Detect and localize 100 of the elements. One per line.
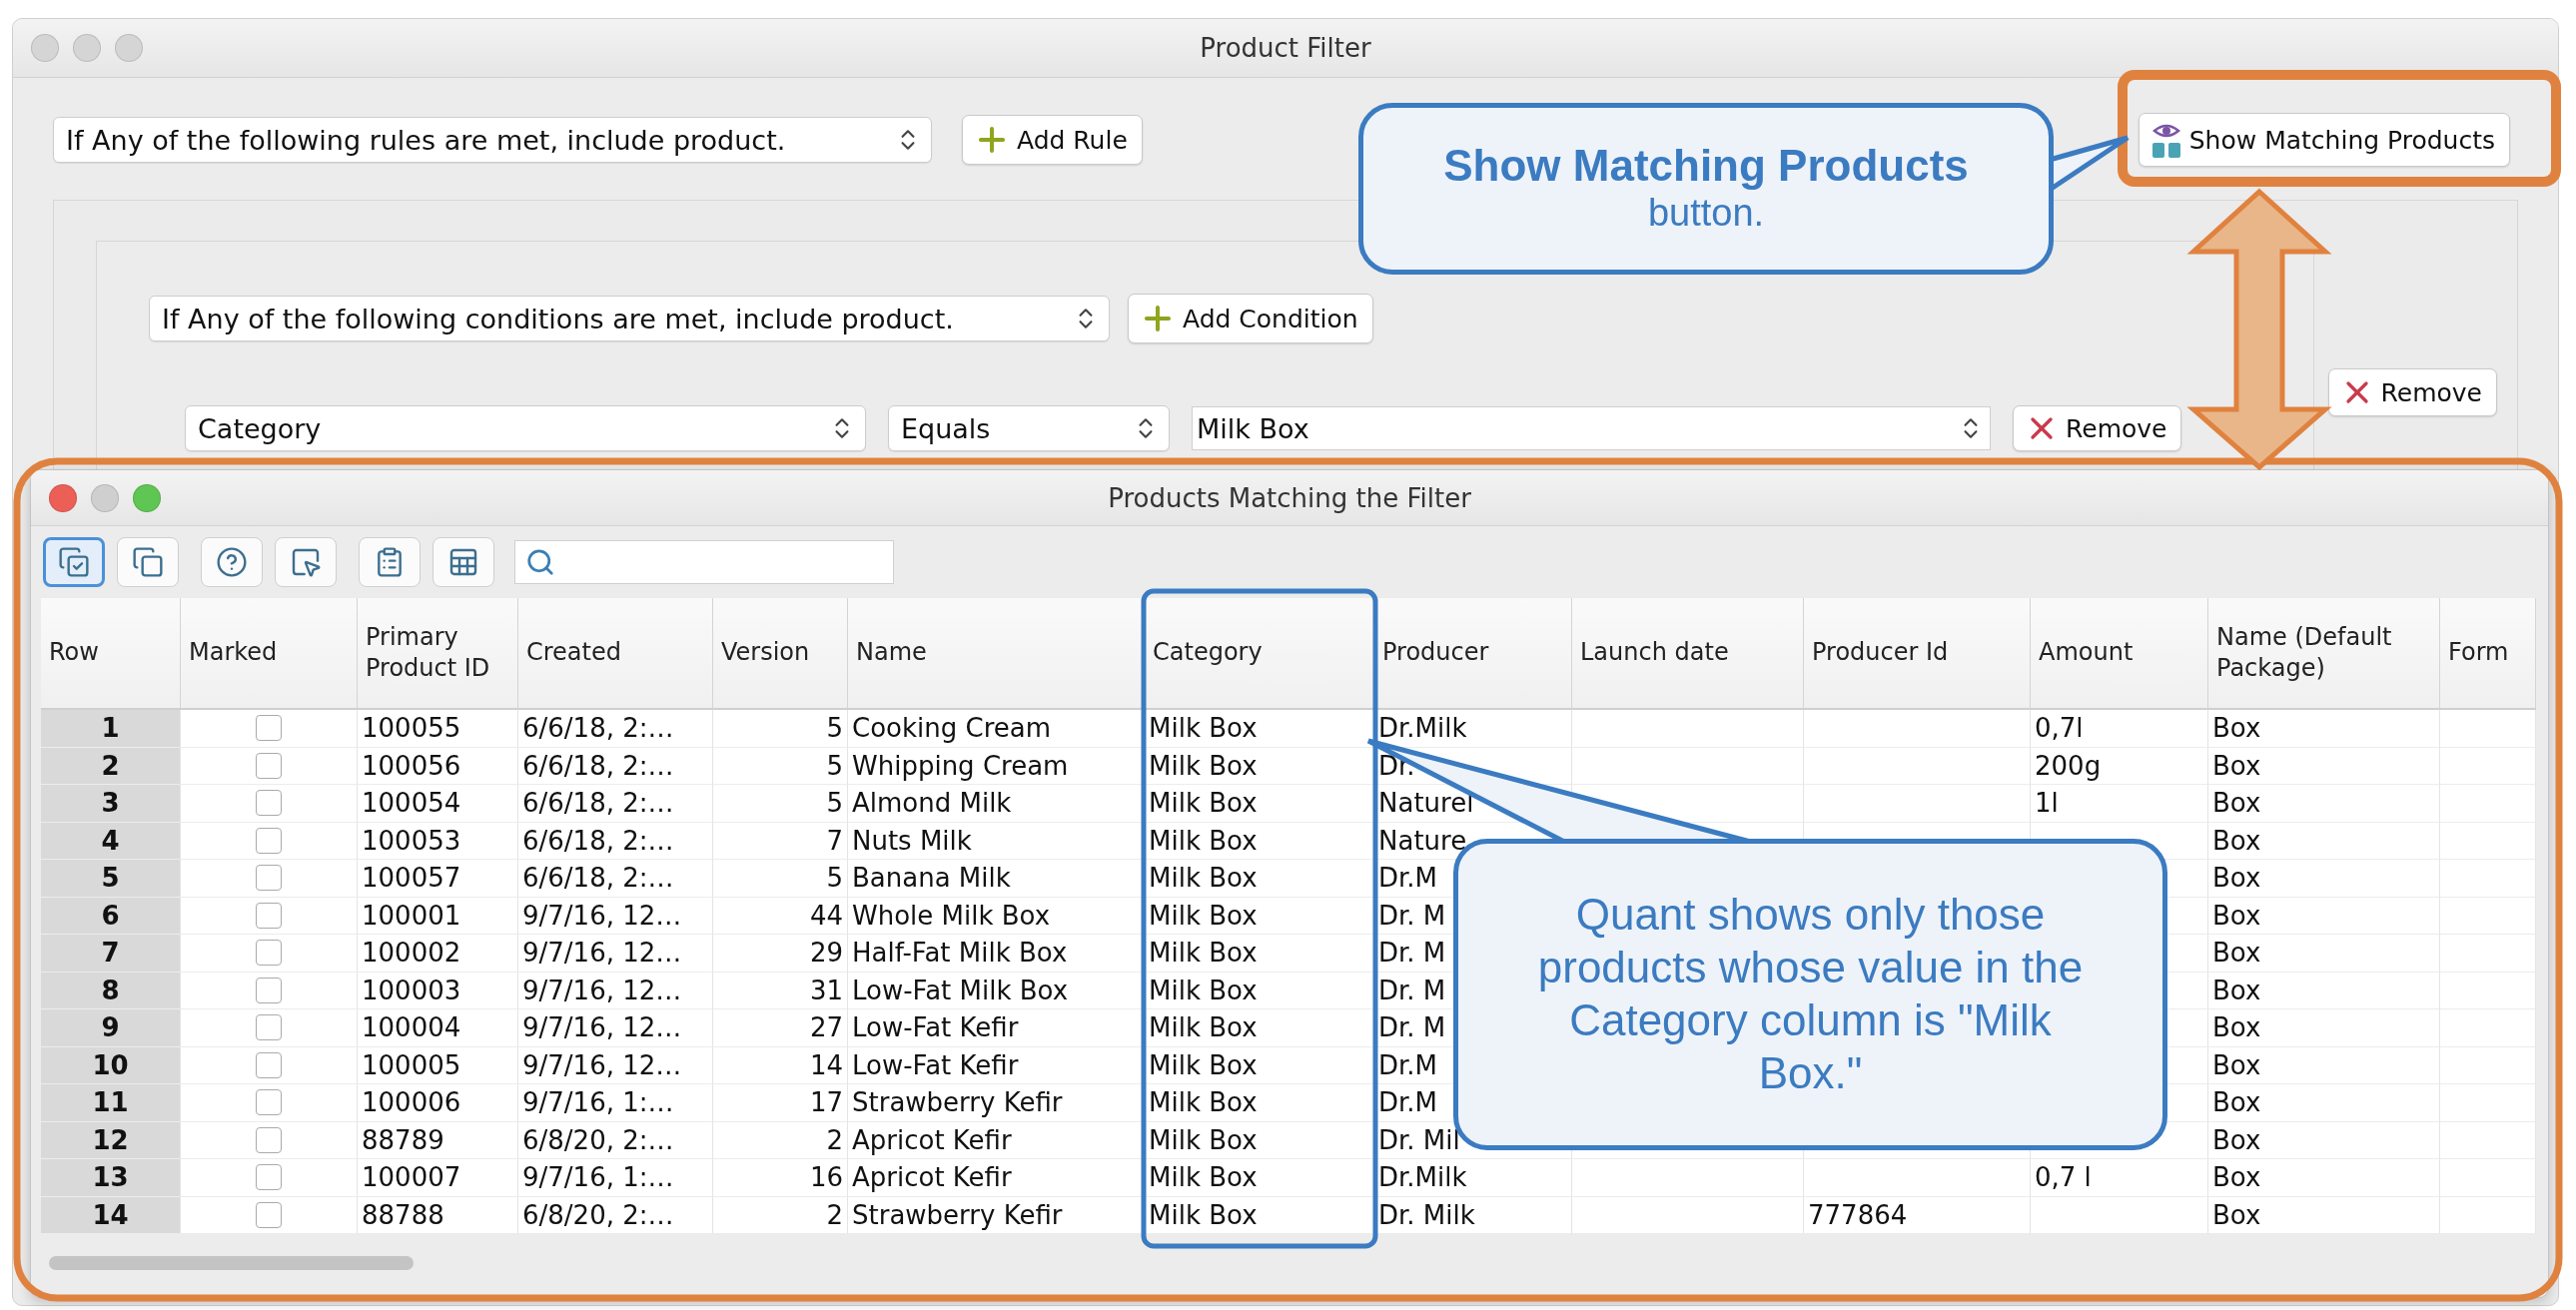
- window-minimize-button[interactable]: [73, 34, 101, 62]
- column-header[interactable]: Amount: [2031, 598, 2208, 710]
- field-dropdown[interactable]: Category: [185, 405, 866, 451]
- table-cell: 100002: [358, 935, 518, 973]
- table-cell: 100057: [358, 860, 518, 898]
- row-number-cell: 14: [41, 1196, 181, 1234]
- window-close-button[interactable]: [31, 34, 59, 62]
- table-cell: 14: [713, 1046, 848, 1084]
- checkbox[interactable]: [256, 1014, 282, 1041]
- checkbox[interactable]: [256, 790, 282, 817]
- toolbar-button[interactable]: [275, 537, 337, 587]
- table-cell: 7: [713, 822, 848, 860]
- row-number-cell: 9: [41, 1009, 181, 1047]
- help-icon: [216, 546, 248, 578]
- toolbar-button[interactable]: [201, 537, 263, 587]
- pointer-icon: [290, 546, 322, 578]
- table-cell: 6/8/20, 2:…: [518, 1121, 713, 1159]
- column-header[interactable]: Name (Default Package): [2208, 598, 2440, 710]
- table-cell: 1l: [2031, 785, 2208, 823]
- table-cell: Box: [2208, 1159, 2440, 1197]
- checkbox[interactable]: [256, 940, 282, 967]
- window-zoom-button[interactable]: [115, 34, 143, 62]
- table-cell: 88788: [358, 1196, 518, 1234]
- checkbox[interactable]: [256, 865, 282, 892]
- remove-rule-button[interactable]: Remove: [2327, 368, 2497, 416]
- checkbox[interactable]: [256, 1164, 282, 1191]
- table-cell: 6/6/18, 2:…: [518, 785, 713, 823]
- column-header[interactable]: Launch date: [1572, 598, 1804, 710]
- table-cell: 100004: [358, 1009, 518, 1047]
- table-cell: 27: [713, 1009, 848, 1047]
- window-close-button[interactable]: [49, 483, 77, 512]
- table-cell: 6/6/18, 2:…: [518, 747, 713, 785]
- table-cell: 100001: [358, 897, 518, 935]
- table-cell: 16: [713, 1159, 848, 1197]
- callout-text: button.: [1647, 191, 1765, 237]
- table-cell: 5: [713, 785, 848, 823]
- column-header[interactable]: Producer Id: [1804, 598, 2031, 710]
- column-header[interactable]: Version: [713, 598, 848, 710]
- table-cell: 6/6/18, 2:…: [518, 860, 713, 898]
- checkbox[interactable]: [256, 1126, 282, 1153]
- add-condition-button[interactable]: Add Condition: [1128, 294, 1373, 343]
- table-cell: 44: [713, 897, 848, 935]
- search-field[interactable]: [514, 540, 894, 584]
- row-number-cell: 5: [41, 860, 181, 898]
- column-header[interactable]: Form: [2440, 598, 2536, 710]
- column-header[interactable]: Row: [41, 598, 181, 710]
- table-cell: 17: [713, 1084, 848, 1122]
- value-combo-field[interactable]: Milk Box: [1192, 406, 1991, 450]
- checkbox[interactable]: [256, 1089, 282, 1116]
- table-cell: Box: [2208, 1046, 2440, 1084]
- table-cell: Box: [2208, 972, 2440, 1009]
- show-matching-products-button[interactable]: Show Matching Products: [2138, 113, 2510, 167]
- remove-condition-button[interactable]: Remove: [2013, 405, 2182, 451]
- toolbar-button[interactable]: [359, 537, 421, 587]
- checkbox[interactable]: [256, 977, 282, 1003]
- table-cell: 9/7/16, 1:…: [518, 1084, 713, 1122]
- window-title: Product Filter: [1200, 33, 1371, 63]
- checkbox[interactable]: [256, 1051, 282, 1078]
- rule-mode-dropdown[interactable]: If Any of the following rules are met, include product.: [53, 117, 932, 163]
- checkbox[interactable]: [256, 1201, 282, 1228]
- table-cell: 2: [713, 1121, 848, 1159]
- column-header[interactable]: Category: [1145, 598, 1374, 710]
- row-number-cell: 13: [41, 1159, 181, 1197]
- column-header[interactable]: Created: [518, 598, 713, 710]
- row-number-cell: 12: [41, 1121, 181, 1159]
- condition-mode-dropdown[interactable]: If Any of the following conditions are met, include product.: [149, 296, 1110, 341]
- table-cell: 6/6/18, 2:…: [518, 822, 713, 860]
- row-number-cell: 1: [41, 710, 181, 748]
- checkbox[interactable]: [256, 902, 282, 929]
- toolbar-button[interactable]: [117, 537, 179, 587]
- column-header[interactable]: Marked: [181, 598, 358, 710]
- checkbox[interactable]: [256, 827, 282, 854]
- toolbar-button[interactable]: [432, 537, 494, 587]
- row-number-cell: 10: [41, 1046, 181, 1084]
- table-cell: 100003: [358, 972, 518, 1009]
- table-cell: Box: [2208, 710, 2440, 748]
- window-minimize-button[interactable]: [91, 483, 119, 512]
- table-cell: 9/7/16, 12…: [518, 972, 713, 1009]
- table-cell: 6/8/20, 2:…: [518, 1196, 713, 1234]
- operator-dropdown[interactable]: Equals: [888, 405, 1170, 451]
- table-cell: Box: [2208, 785, 2440, 823]
- toolbar-button[interactable]: [43, 537, 105, 587]
- table-cell: 9/7/16, 12…: [518, 1046, 713, 1084]
- window-zoom-button[interactable]: [133, 483, 161, 512]
- mark-all-icon: [58, 546, 90, 578]
- column-header[interactable]: Producer: [1374, 598, 1572, 710]
- scrollbar-thumb[interactable]: [49, 1256, 414, 1270]
- column-header[interactable]: Primary Product ID: [358, 598, 518, 710]
- row-number-cell: 2: [41, 747, 181, 785]
- table-cell: 100006: [358, 1084, 518, 1122]
- column-header[interactable]: Name: [848, 598, 1145, 710]
- table-cell: Box: [2208, 935, 2440, 973]
- add-rule-button[interactable]: Add Rule: [962, 115, 1143, 165]
- checkbox[interactable]: [256, 752, 282, 779]
- table-cell: Box: [2208, 1121, 2440, 1159]
- checkbox[interactable]: [256, 715, 282, 742]
- table-cell: 100056: [358, 747, 518, 785]
- table-cell: 5: [713, 747, 848, 785]
- table-cell: 6/6/18, 2:…: [518, 710, 713, 748]
- table-cell: 200g: [2031, 747, 2208, 785]
